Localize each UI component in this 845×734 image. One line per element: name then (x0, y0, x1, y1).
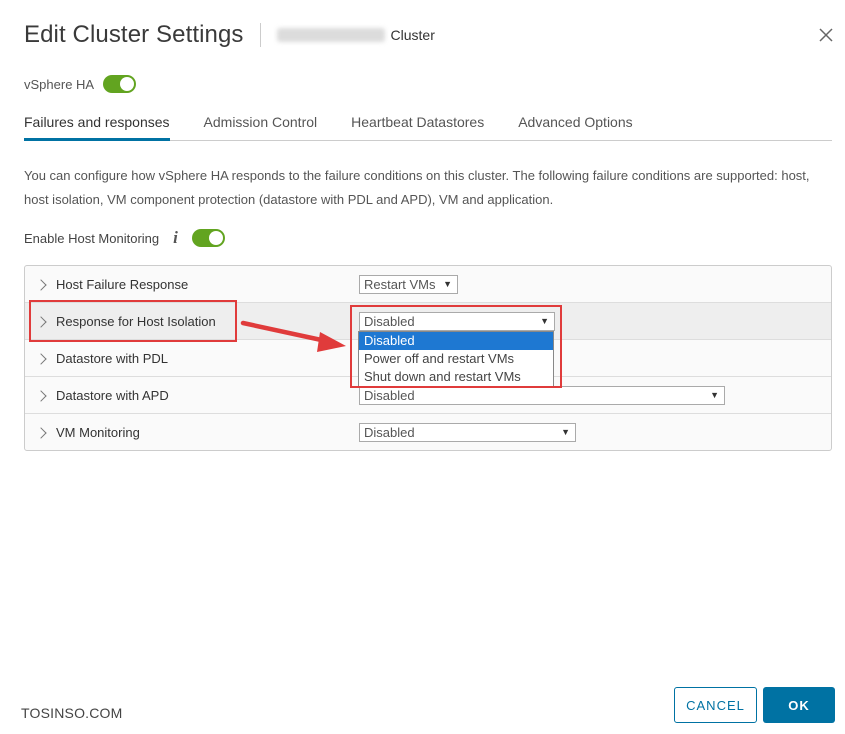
row-label: Datastore with APD (56, 387, 169, 403)
ok-button[interactable]: OK (763, 687, 835, 723)
dropdown-arrow-icon: ▼ (540, 316, 549, 326)
header-divider (259, 23, 261, 47)
dropdown-arrow-icon: ▼ (561, 427, 570, 437)
chevron-right-icon[interactable] (35, 316, 47, 328)
chevron-right-icon[interactable] (35, 427, 47, 439)
dialog-title: Edit Cluster Settings (24, 21, 244, 48)
row-vm-monitoring[interactable]: VM Monitoring Disabled ▼ (25, 414, 831, 451)
watermark-text: TOSINSO.COM (21, 705, 123, 721)
select-value: Disabled (364, 425, 415, 440)
vsphere-ha-row: vSphere HA (24, 75, 137, 93)
tab-heartbeat-datastores[interactable]: Heartbeat Datastores (351, 107, 484, 141)
description-text: You can configure how vSphere HA respond… (24, 168, 810, 207)
dropdown-arrow-icon: ▼ (710, 390, 719, 400)
chevron-right-icon[interactable] (35, 279, 47, 291)
cancel-button[interactable]: CANCEL (674, 687, 757, 723)
cluster-suffix: Cluster (390, 27, 435, 43)
host-isolation-select[interactable]: Disabled ▼ (359, 312, 555, 331)
select-value: Disabled (364, 314, 415, 329)
option-power-off-and-restart[interactable]: Power off and restart VMs (359, 350, 553, 368)
chevron-right-icon[interactable] (35, 353, 47, 365)
datastore-apd-select[interactable]: Disabled ▼ (359, 386, 725, 405)
dropdown-arrow-icon: ▼ (443, 279, 452, 289)
option-shut-down-and-restart[interactable]: Shut down and restart VMs (359, 368, 553, 386)
tab-failures-and-responses[interactable]: Failures and responses (24, 107, 170, 141)
dialog-header: Edit Cluster Settings Cluster (24, 20, 435, 50)
host-failure-response-select[interactable]: Restart VMs ▼ (359, 275, 458, 294)
host-monitoring-label: Enable Host Monitoring (24, 230, 160, 246)
host-monitoring-toggle[interactable] (191, 229, 225, 247)
vsphere-ha-label: vSphere HA (24, 76, 95, 92)
row-label: Host Failure Response (56, 276, 189, 292)
row-host-failure-response[interactable]: Host Failure Response Restart VMs ▼ (25, 266, 831, 303)
select-value: Disabled (364, 388, 415, 403)
tab-advanced-options[interactable]: Advanced Options (518, 107, 632, 141)
cluster-name-redacted (276, 28, 385, 42)
tab-admission-control[interactable]: Admission Control (204, 107, 318, 141)
chevron-right-icon[interactable] (35, 390, 47, 402)
info-icon[interactable]: i (173, 228, 178, 248)
row-label: Datastore with PDL (56, 350, 168, 366)
row-label: VM Monitoring (56, 425, 140, 440)
host-isolation-options-list: Disabled Power off and restart VMs Shut … (358, 331, 554, 387)
close-icon[interactable] (817, 26, 835, 44)
host-monitoring-row: Enable Host Monitoring i (24, 228, 225, 248)
select-value: Restart VMs (364, 277, 436, 292)
vm-monitoring-select[interactable]: Disabled ▼ (359, 423, 576, 442)
row-label: Response for Host Isolation (56, 313, 216, 329)
vsphere-ha-toggle[interactable] (103, 75, 137, 93)
option-disabled[interactable]: Disabled (359, 332, 553, 350)
tab-bar: Failures and responses Admission Control… (24, 107, 832, 141)
